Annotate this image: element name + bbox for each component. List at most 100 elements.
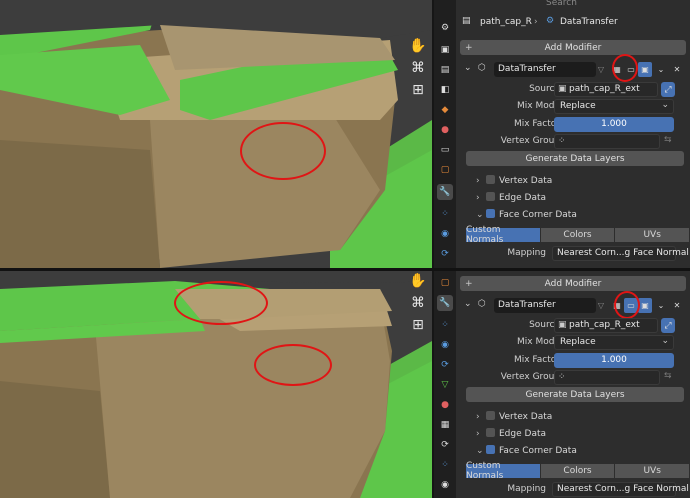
vertex-group-field[interactable]: ⁘: [554, 134, 660, 149]
mix-mode-select[interactable]: Replace ⌄: [554, 335, 674, 350]
3d-viewport[interactable]: ✋ ⌘ ⊞: [0, 271, 432, 498]
vertex-data-checkbox[interactable]: [486, 411, 495, 420]
vertex-data-row[interactable]: › Vertex Data: [476, 411, 690, 427]
breadcrumb-modifier[interactable]: DataTransfer: [560, 17, 618, 27]
particles-icon[interactable]: ⁘: [437, 317, 453, 333]
render-icon[interactable]: ▣: [437, 42, 453, 58]
chevron-down-icon[interactable]: ⌄: [654, 62, 668, 77]
object-icon[interactable]: ▢: [437, 162, 453, 178]
generate-data-layers-button[interactable]: Generate Data Layers: [466, 151, 684, 166]
tab-custom-normals[interactable]: Custom Normals: [466, 461, 540, 481]
face-corner-checkbox[interactable]: [486, 445, 495, 454]
chevron-down-icon: ⌄: [476, 446, 484, 456]
eyedropper-icon[interactable]: ⤢: [661, 318, 675, 333]
mapping-value: Nearest Corn...g Face Normal: [557, 248, 689, 258]
generate-data-layers-button[interactable]: Generate Data Layers: [466, 387, 684, 402]
source-field[interactable]: ▣ path_cap_R_ext: [554, 82, 658, 97]
vertex-icon[interactable]: ▽: [594, 62, 608, 77]
search-field[interactable]: Search: [546, 0, 577, 8]
tab-uvs[interactable]: UVs: [615, 464, 690, 478]
add-modifier-button[interactable]: + Add Modifier: [460, 40, 686, 55]
tab-uvs[interactable]: UVs: [615, 228, 690, 242]
chevron-right-icon: ›: [534, 17, 538, 27]
breadcrumb-object[interactable]: path_cap_R: [480, 17, 532, 27]
mix-mode-row: Mix Mode Replace ⌄: [456, 335, 690, 351]
constraints-icon[interactable]: ⟳: [437, 357, 453, 373]
particles-icon[interactable]: ⁘: [437, 457, 453, 473]
vertex-group-field[interactable]: ⁘: [554, 370, 660, 385]
render-display-icon[interactable]: ▣: [638, 298, 652, 313]
modifier-name-field[interactable]: DataTransfer: [494, 298, 596, 313]
chevron-down-icon: ⌄: [476, 210, 484, 220]
chevron-down-icon[interactable]: ⌄: [464, 63, 472, 73]
edge-data-checkbox[interactable]: [486, 192, 495, 201]
annotation-circle: [612, 54, 638, 82]
chevron-right-icon: ›: [476, 412, 480, 422]
modifier-name-field[interactable]: DataTransfer: [494, 62, 596, 77]
plus-icon: +: [465, 278, 473, 289]
mix-factor-slider[interactable]: 1.000: [554, 353, 674, 368]
physics-icon[interactable]: ◉: [437, 477, 453, 493]
mapping-select[interactable]: Nearest Corn...g Face Normal: [552, 482, 689, 497]
collection-icon[interactable]: ▭: [437, 142, 453, 158]
3d-viewport[interactable]: ✋ ⌘ ⊞: [0, 0, 432, 268]
physics-icon[interactable]: ◉: [437, 337, 453, 353]
output-icon[interactable]: ▤: [437, 62, 453, 78]
close-icon[interactable]: ✕: [670, 298, 684, 313]
tab-colors[interactable]: Colors: [540, 464, 615, 478]
mapping-select[interactable]: Nearest Corn...g Face Normal: [552, 246, 689, 261]
edge-data-row[interactable]: › Edge Data: [476, 428, 690, 444]
vertex-icon[interactable]: ▽: [594, 298, 608, 313]
camera-icon[interactable]: ⌘: [408, 58, 428, 78]
plus-icon: +: [465, 42, 473, 53]
vertex-data-label: Vertex Data: [499, 176, 553, 186]
hand-icon[interactable]: ✋: [408, 36, 428, 56]
world-icon[interactable]: ●: [437, 122, 453, 138]
tab-colors[interactable]: Colors: [540, 228, 615, 242]
particles-icon[interactable]: ⁘: [437, 206, 453, 222]
chevron-down-icon[interactable]: ⌄: [464, 299, 472, 309]
object-icon[interactable]: ▢: [437, 275, 453, 291]
constraints-icon[interactable]: ⟳: [437, 437, 453, 453]
chevron-down-icon[interactable]: ⌄: [654, 298, 668, 313]
edge-data-checkbox[interactable]: [486, 428, 495, 437]
face-corner-checkbox[interactable]: [486, 209, 495, 218]
face-corner-row[interactable]: ⌄ Face Corner Data: [476, 209, 690, 225]
modifier-icon[interactable]: 🔧: [437, 184, 453, 200]
source-value: path_cap_R_ext: [569, 320, 640, 330]
vertex-data-row[interactable]: › Vertex Data: [476, 175, 690, 191]
tool-icon[interactable]: ⚙: [437, 20, 453, 36]
data-icon[interactable]: ▽: [437, 377, 453, 393]
texture-icon[interactable]: ▦: [437, 417, 453, 433]
grid-icon[interactable]: ⊞: [408, 80, 428, 100]
chevron-down-icon: ⌄: [661, 336, 669, 346]
view-layer-icon[interactable]: ◧: [437, 82, 453, 98]
physics-icon[interactable]: ◉: [437, 226, 453, 242]
eyedropper-icon[interactable]: ⤢: [661, 82, 675, 97]
modifier-icon[interactable]: 🔧: [437, 295, 453, 311]
tab-custom-normals[interactable]: Custom Normals: [466, 225, 540, 245]
vertex-data-checkbox[interactable]: [486, 175, 495, 184]
mix-mode-select[interactable]: Replace ⌄: [554, 99, 674, 114]
vertex-group-row: Vertex Group ⁘ ⇆: [456, 134, 690, 150]
face-corner-row[interactable]: ⌄ Face Corner Data: [476, 445, 690, 461]
close-icon[interactable]: ✕: [670, 62, 684, 77]
mix-factor-slider[interactable]: 1.000: [554, 117, 674, 132]
bottom-screenshot: ✋ ⌘ ⊞ ▢ 🔧 ⁘ ◉ ⟳ ▽ ● ▦ ⟳ ⁘ ◉ + Add Modifi…: [0, 271, 690, 498]
grid-icon[interactable]: ⊞: [408, 315, 428, 335]
source-row: Source ▣ path_cap_R_ext ⤢: [456, 318, 690, 334]
render-display-icon[interactable]: ▣: [638, 62, 652, 77]
scene-icon[interactable]: ◆: [437, 102, 453, 118]
properties-tabs: ▢ 🔧 ⁘ ◉ ⟳ ▽ ● ▦ ⟳ ⁘ ◉: [434, 271, 456, 498]
add-modifier-button[interactable]: + Add Modifier: [460, 276, 686, 291]
mesh-icon: ▣: [558, 320, 567, 330]
camera-icon[interactable]: ⌘: [408, 293, 428, 313]
constraints-icon[interactable]: ⟳: [437, 246, 453, 262]
mix-mode-value: Replace: [560, 101, 596, 111]
invert-icon[interactable]: ⇆: [664, 371, 672, 381]
invert-icon[interactable]: ⇆: [664, 135, 672, 145]
hand-icon[interactable]: ✋: [408, 271, 428, 291]
edge-data-row[interactable]: › Edge Data: [476, 192, 690, 208]
material-icon[interactable]: ●: [437, 397, 453, 413]
source-field[interactable]: ▣ path_cap_R_ext: [554, 318, 658, 333]
